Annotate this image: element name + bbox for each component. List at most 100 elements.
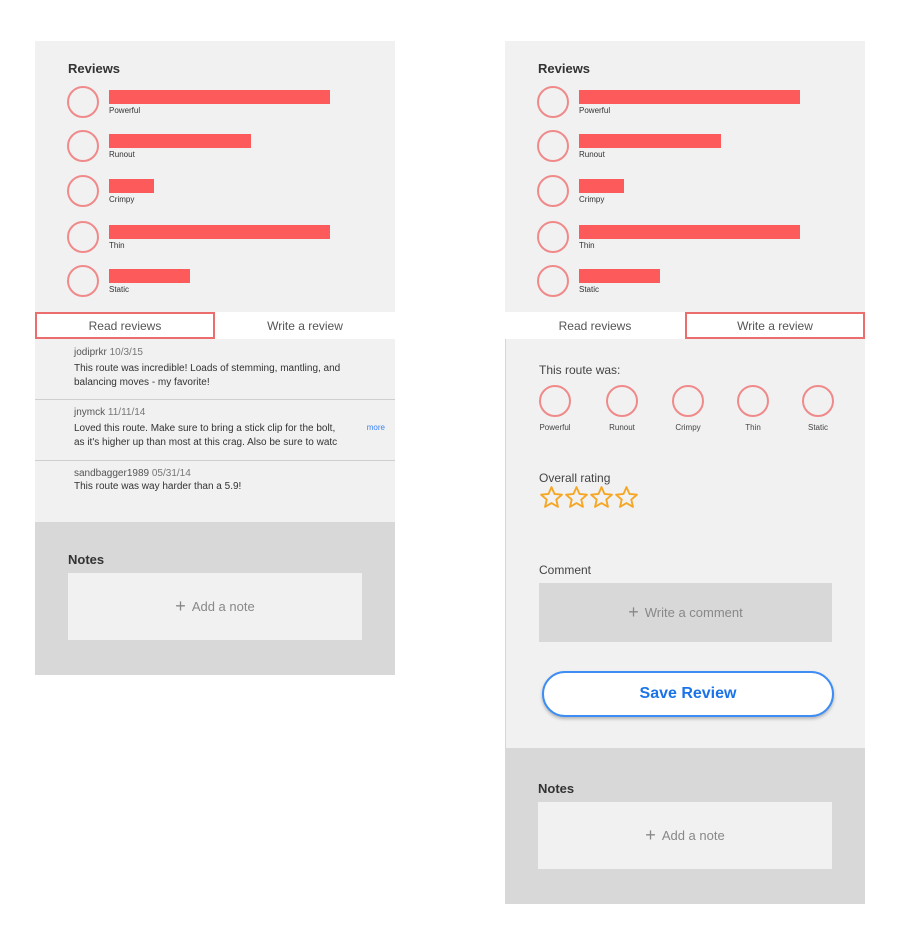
plus-icon: + (645, 825, 656, 845)
choice-circle[interactable] (539, 385, 571, 417)
tab-write-review[interactable]: Write a review (215, 312, 395, 339)
route-was-label: This route was: (539, 363, 621, 377)
choice-label: Thin (745, 423, 761, 432)
review-user: jodiprkr (74, 347, 107, 358)
review-meta: jodiprkr 10/3/15 (74, 347, 395, 358)
attribute-label: Static (579, 285, 600, 294)
attribute-label: Crimpy (579, 195, 605, 204)
review-text: This route was incredible! Loads of stem… (74, 362, 364, 390)
attribute-label: Powerful (579, 106, 611, 115)
attribute-bar (109, 134, 251, 148)
choice-circle[interactable] (802, 385, 834, 417)
add-note-label: Add a note (661, 828, 725, 843)
choice-static[interactable]: Static (793, 385, 843, 432)
more-link[interactable]: more (367, 423, 385, 432)
notes-section: Notes + Add a note (35, 522, 395, 675)
list-item: sandbagger1989 05/31/14 This route was w… (35, 461, 395, 522)
write-review-form: This route was: Powerful Runout Crimpy T… (505, 339, 865, 748)
attribute-row-runout: Runout (67, 130, 367, 164)
attribute-row-crimpy: Crimpy (537, 175, 837, 209)
star-rating[interactable] (539, 485, 639, 510)
reviews-summary: Reviews Powerful Runout Crimpy Thin Stat… (35, 41, 395, 312)
overall-rating-label: Overall rating (539, 471, 611, 485)
comment-input[interactable]: + Write a comment (539, 583, 832, 642)
review-line: Loved this route. Make sure to bring a s… (74, 423, 336, 434)
attribute-row-thin: Thin (537, 221, 837, 255)
attribute-row-powerful: Powerful (67, 86, 367, 120)
read-reviews-panel: Reviews Powerful Runout Crimpy Thin Stat… (35, 41, 395, 675)
star-icon[interactable] (589, 485, 614, 510)
reviews-title: Reviews (538, 61, 591, 76)
choice-circle[interactable] (672, 385, 704, 417)
attribute-row-powerful: Powerful (537, 86, 837, 120)
attribute-circle (537, 86, 569, 118)
choice-label: Runout (609, 423, 635, 432)
attribute-row-static: Static (67, 265, 367, 299)
attribute-label: Runout (109, 150, 135, 159)
choice-powerful[interactable]: Powerful (530, 385, 580, 432)
review-user: sandbagger1989 (74, 468, 150, 479)
star-icon[interactable] (564, 485, 589, 510)
tab-read-reviews[interactable]: Read reviews (35, 312, 215, 339)
attribute-bar (579, 225, 800, 239)
attribute-circle (67, 221, 99, 253)
save-review-button[interactable]: Save Review (542, 671, 834, 717)
write-review-panel: Reviews Powerful Runout Crimpy Thin Stat… (505, 41, 865, 904)
review-line: balancing moves - my favorite! (74, 377, 210, 388)
attribute-circle (537, 130, 569, 162)
attribute-circle (537, 175, 569, 207)
attribute-circle (67, 130, 99, 162)
attribute-bar (109, 179, 154, 193)
attribute-label: Thin (579, 241, 595, 250)
star-icon[interactable] (614, 485, 639, 510)
attribute-row-static: Static (537, 265, 837, 299)
attribute-circle (67, 265, 99, 297)
choice-thin[interactable]: Thin (728, 385, 778, 432)
review-date: 05/31/14 (151, 468, 191, 479)
review-line: This route was way harder than a 5.9! (74, 481, 242, 492)
tab-write-review[interactable]: Write a review (685, 312, 865, 339)
review-date: 11/11/14 (107, 407, 146, 418)
tab-read-reviews[interactable]: Read reviews (505, 312, 685, 339)
attribute-circle (537, 265, 569, 297)
choice-circle[interactable] (606, 385, 638, 417)
attribute-circle (67, 175, 99, 207)
reviews-title: Reviews (68, 61, 121, 76)
choice-crimpy[interactable]: Crimpy (663, 385, 713, 432)
notes-title: Notes (68, 552, 105, 567)
review-date: 10/3/15 (109, 347, 143, 358)
star-icon[interactable] (539, 485, 564, 510)
attribute-bar (109, 225, 330, 239)
attribute-circle (537, 221, 569, 253)
attribute-label: Runout (579, 150, 605, 159)
choice-label: Powerful (539, 423, 571, 432)
attribute-bar (579, 90, 800, 104)
plus-icon: + (628, 602, 639, 622)
attribute-circle (67, 86, 99, 118)
attribute-label: Static (109, 285, 130, 294)
attribute-row-crimpy: Crimpy (67, 175, 367, 209)
choice-label: Crimpy (675, 423, 701, 432)
notes-title: Notes (538, 781, 575, 796)
attribute-bar (109, 90, 330, 104)
add-note-button[interactable]: + Add a note (538, 802, 832, 869)
review-tabs: Read reviews Write a review (35, 312, 395, 339)
comment-label: Comment (539, 563, 592, 577)
attribute-row-thin: Thin (67, 221, 367, 255)
review-text: This route was way harder than a 5.9! (74, 480, 364, 494)
review-meta: sandbagger1989 05/31/14 (74, 468, 395, 479)
review-line: as it's higher up than most at this crag… (74, 437, 338, 448)
reviews-summary: Reviews Powerful Runout Crimpy Thin Stat… (505, 41, 865, 312)
choice-circle[interactable] (737, 385, 769, 417)
attribute-label: Crimpy (109, 195, 135, 204)
choice-label: Static (807, 423, 828, 432)
choice-runout[interactable]: Runout (597, 385, 647, 432)
list-item: jodiprkr 10/3/15 This route was incredib… (35, 339, 395, 400)
plus-icon: + (175, 596, 186, 616)
review-list: jodiprkr 10/3/15 This route was incredib… (35, 339, 395, 522)
comment-placeholder: Write a comment (644, 605, 743, 620)
attribute-bar (579, 269, 660, 283)
add-note-button[interactable]: + Add a note (68, 573, 362, 640)
attribute-bar (579, 134, 721, 148)
attribute-label: Powerful (109, 106, 141, 115)
